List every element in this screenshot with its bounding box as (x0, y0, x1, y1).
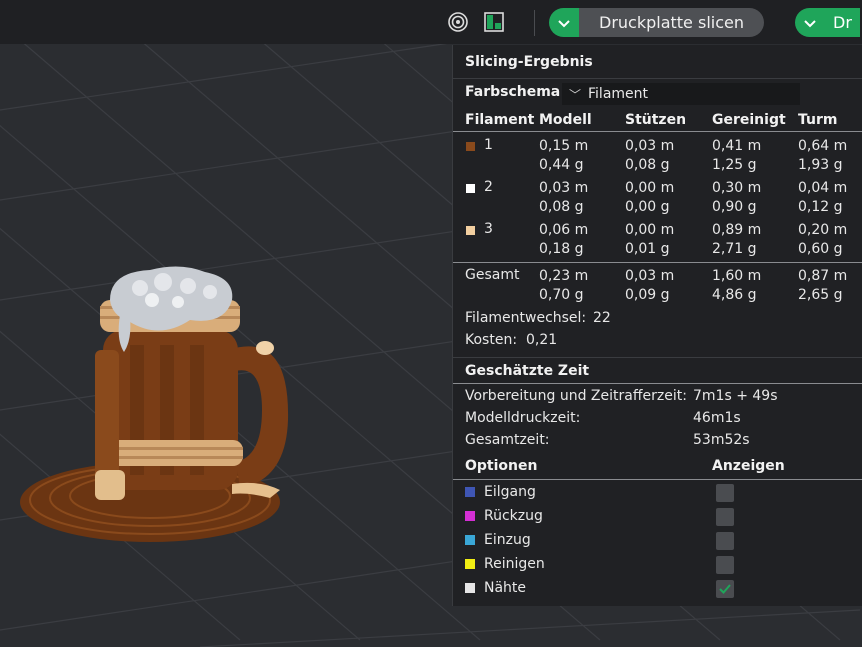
filament-3-tower-length: 0,20 m (798, 222, 848, 238)
filament-2-supports-length: 0,00 m (625, 180, 675, 196)
total-purged-weight: 4,86 g (712, 287, 757, 303)
filament-2-purged-weight: 0,90 g (712, 199, 757, 215)
filament-1-tower-weight: 1,93 g (798, 157, 843, 173)
filament-1-model-weight: 0,44 g (539, 157, 584, 173)
total-time-label: Gesamtzeit: (465, 432, 550, 448)
total-tower-length: 0,87 m (798, 268, 848, 284)
filament-1-id: 1 (484, 137, 493, 153)
col-header-filament: Filament (465, 112, 535, 128)
total-purged-length: 1,60 m (712, 268, 762, 284)
option-wipe-checkbox[interactable] (716, 556, 734, 574)
filament-3-swatch (466, 226, 475, 235)
option-retract-label: Rückzug (484, 508, 543, 524)
slicing-result-panel: Slicing-Ergebnis Farbschema ﹀ Filament F… (452, 45, 862, 606)
filament-3-tower-weight: 0,60 g (798, 241, 843, 257)
option-travel-label: Eilgang (484, 484, 536, 500)
filament-3-purged-weight: 2,71 g (712, 241, 757, 257)
filament-changes-value: 22 (593, 310, 611, 326)
filament-2-supports-weight: 0,00 g (625, 199, 670, 215)
filament-1-supports-weight: 0,08 g (625, 157, 670, 173)
filament-2-swatch (466, 184, 475, 193)
option-seams-label: Nähte (484, 580, 527, 596)
divider (453, 383, 862, 384)
total-supports-length: 0,03 m (625, 268, 675, 284)
filament-1-purged-weight: 1,25 g (712, 157, 757, 173)
filament-1-supports-length: 0,03 m (625, 138, 675, 154)
color-scheme-select[interactable]: ﹀ Filament (562, 83, 800, 105)
filament-1-model-length: 0,15 m (539, 138, 589, 154)
option-retract-checkbox[interactable] (716, 508, 734, 526)
chevron-down-icon[interactable] (795, 8, 825, 37)
panel-title: Slicing-Ergebnis (465, 54, 593, 70)
filament-3-purged-length: 0,89 m (712, 222, 762, 238)
slice-plate-label[interactable]: Druckplatte slicen (579, 8, 764, 37)
estimated-time-title: Geschätzte Zeit (465, 363, 590, 379)
print-plate-button[interactable]: Dr (795, 8, 860, 37)
prep-time-label: Vorbereitung und Zeitrafferzeit: (465, 388, 687, 404)
unretract-color-swatch (465, 535, 475, 545)
total-time-value: 53m52s (693, 432, 750, 448)
total-model-weight: 0,70 g (539, 287, 584, 303)
option-unretract-label: Einzug (484, 532, 531, 548)
chevron-down-icon[interactable] (549, 8, 579, 37)
filament-3-supports-weight: 0,01 g (625, 241, 670, 257)
spiral-icon[interactable] (446, 10, 470, 34)
layout-icon[interactable] (482, 10, 506, 34)
chevron-down-icon: ﹀ (568, 87, 581, 102)
col-header-tower: Turm (798, 112, 838, 128)
model-time-value: 46m1s (693, 410, 741, 426)
cost-label: Kosten: (465, 332, 518, 348)
cost-value: 0,21 (526, 332, 558, 348)
filament-2-purged-length: 0,30 m (712, 180, 762, 196)
total-model-length: 0,23 m (539, 268, 589, 284)
total-label: Gesamt (465, 267, 520, 283)
model-time-label: Modelldruckzeit: (465, 410, 581, 426)
retract-color-swatch (465, 511, 475, 521)
total-tower-weight: 2,65 g (798, 287, 843, 303)
filament-1-tower-length: 0,64 m (798, 138, 848, 154)
option-travel-checkbox[interactable] (716, 484, 734, 502)
option-wipe-label: Reinigen (484, 556, 545, 572)
filament-2-model-weight: 0,08 g (539, 199, 584, 215)
filament-2-model-length: 0,03 m (539, 180, 589, 196)
toolbar-separator (534, 10, 535, 36)
print-plate-label[interactable]: Dr (825, 8, 860, 37)
filament-changes-label: Filamentwechsel: (465, 310, 587, 326)
slice-plate-button[interactable]: Druckplatte slicen (549, 8, 764, 37)
col-header-purged: Gereinigt (712, 112, 786, 128)
total-supports-weight: 0,09 g (625, 287, 670, 303)
divider (453, 262, 862, 263)
divider (453, 78, 862, 79)
filament-3-model-length: 0,06 m (539, 222, 589, 238)
filament-3-supports-length: 0,00 m (625, 222, 675, 238)
checkmark-icon (719, 584, 731, 594)
color-scheme-value: Filament (588, 86, 649, 102)
option-seams-checkbox[interactable] (716, 580, 734, 598)
filament-1-swatch (466, 142, 475, 151)
filament-2-id: 2 (484, 179, 493, 195)
filament-2-tower-length: 0,04 m (798, 180, 848, 196)
top-toolbar: Druckplatte slicen Dr (0, 0, 862, 44)
divider (453, 479, 862, 480)
options-header: Optionen (465, 458, 538, 474)
option-unretract-checkbox[interactable] (716, 532, 734, 550)
divider (453, 357, 862, 358)
filament-2-tower-weight: 0,12 g (798, 199, 843, 215)
show-header: Anzeigen (712, 458, 785, 474)
filament-3-id: 3 (484, 221, 493, 237)
filament-3-model-weight: 0,18 g (539, 241, 584, 257)
seams-color-swatch (465, 583, 475, 593)
filament-1-purged-length: 0,41 m (712, 138, 762, 154)
col-header-model: Modell (539, 112, 592, 128)
travel-color-swatch (465, 487, 475, 497)
divider (453, 131, 862, 132)
color-scheme-label: Farbschema (465, 84, 561, 100)
col-header-supports: Stützen (625, 112, 687, 128)
prep-time-value: 7m1s + 49s (693, 388, 778, 404)
wipe-color-swatch (465, 559, 475, 569)
